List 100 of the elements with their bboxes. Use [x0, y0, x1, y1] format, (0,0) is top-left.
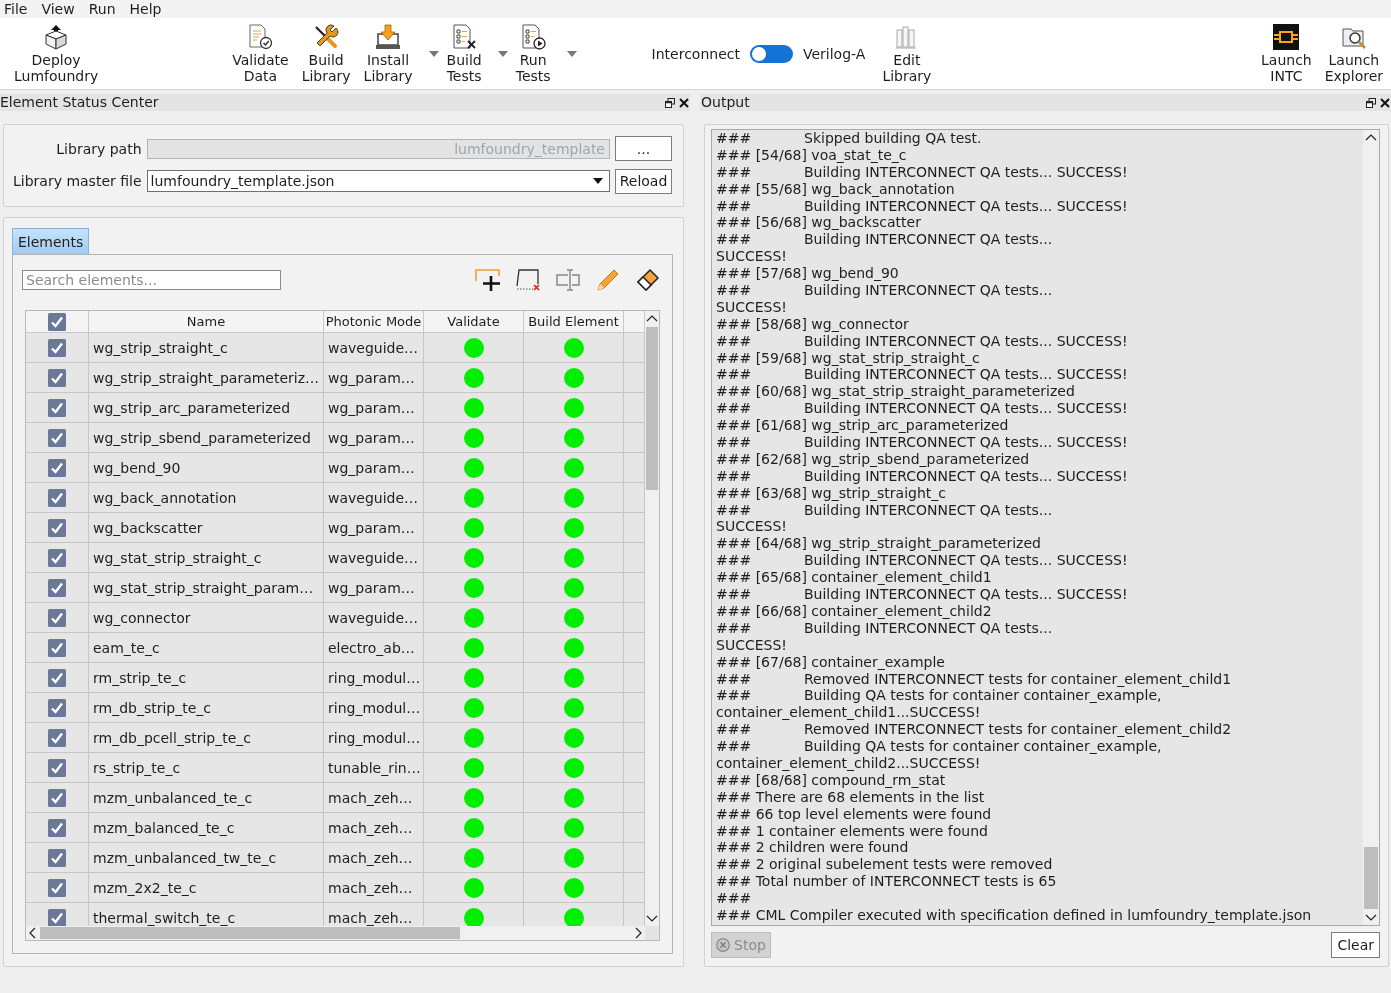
menu-item[interactable]: File [4, 0, 28, 18]
close-icon[interactable] [1380, 97, 1390, 108]
toolbar-button[interactable]: Deploy Lumfoundry [10, 18, 103, 89]
close-icon[interactable] [679, 97, 689, 108]
chevron-left-icon [28, 927, 38, 939]
table-cell: rm_db_strip_te_c [89, 693, 324, 723]
log-line: ### [54/68] voa_stat_te_c [716, 146, 908, 164]
toolbar-button[interactable]: Launch INTC [1257, 18, 1316, 89]
toolbar-button[interactable]: Run Tests [511, 18, 555, 89]
log-line: ### Removed INTERCONNECT tests for container_element_child1 [716, 670, 1233, 688]
checkbox[interactable] [48, 878, 66, 897]
toolbar-button[interactable]: Build Library [297, 18, 355, 89]
checkbox[interactable] [48, 728, 66, 747]
checkbox[interactable] [48, 338, 66, 357]
chevron-up-icon [646, 314, 658, 324]
scrollbar[interactable] [26, 926, 645, 940]
toolbar-button[interactable]: Edit Library [878, 18, 936, 89]
checklist-play-icon [520, 24, 547, 50]
table-cell: wg_param… [324, 573, 424, 603]
log-line: ### [716, 890, 753, 907]
table-cell: tunable_rin… [324, 753, 424, 783]
panel-title: Output [701, 94, 750, 111]
chevron-right-icon [633, 927, 643, 939]
float-window-icon[interactable] [1366, 97, 1376, 108]
toggle-switch[interactable] [749, 44, 793, 63]
log-line: ### Building QA tests for container container_example, [716, 687, 1163, 705]
checkbox[interactable] [48, 578, 66, 597]
column-header[interactable]: Build Element [524, 311, 624, 333]
log-line: ### Building INTERCONNECT QA tests... SUCCESS! [716, 434, 1129, 451]
checkbox[interactable] [48, 698, 66, 717]
log-line: ### [63/68] wg_strip_straight_c [716, 484, 947, 502]
log-line: ### 2 original subelement tests were removed [716, 856, 1054, 874]
float-window-icon[interactable] [665, 97, 675, 108]
checkbox[interactable] [48, 518, 66, 537]
scrollbar[interactable] [1363, 130, 1379, 925]
checkbox[interactable] [48, 548, 66, 567]
log-line: ### 2 children were found [716, 839, 910, 857]
search-field[interactable]: Search elements... [22, 270, 281, 290]
clear-output-button[interactable]: Clear [1331, 932, 1380, 958]
log-line: ### Building INTERCONNECT QA tests... SUCCESS! [716, 552, 1129, 570]
log-line: ### CML Compiler executed with specification defined in lumfoundry_template.json [716, 906, 1313, 924]
checkbox[interactable] [48, 428, 66, 447]
chevron-down-icon [1365, 912, 1377, 922]
checkbox[interactable] [48, 608, 66, 627]
checkbox[interactable] [48, 908, 66, 926]
checkbox[interactable] [48, 488, 66, 507]
toolbar-button[interactable]: Validate Data [228, 18, 293, 89]
scrollbar-thumb[interactable] [646, 327, 658, 490]
log-line: ### [65/68] container_element_child1 [716, 569, 993, 587]
log-line: container_element_child1...SUCCESS! [716, 704, 982, 722]
combo-box[interactable]: lumfoundry_template.json [146, 170, 610, 192]
menu-item[interactable]: Run [88, 0, 116, 18]
table-cell: rs_strip_te_c [89, 753, 324, 783]
scrollbar-thumb[interactable] [40, 927, 460, 939]
log-line: ### [58/68] wg_connector [716, 315, 910, 333]
column-header[interactable]: Name [89, 311, 324, 333]
table-cell: electro_ab… [324, 633, 424, 663]
column-resize-icon [555, 268, 581, 292]
chip-icon [1273, 24, 1300, 50]
tab[interactable]: Elements [12, 228, 90, 254]
checkbox[interactable] [48, 668, 66, 687]
checkbox[interactable] [48, 638, 66, 657]
table-cell: rm_db_pcell_strip_te_c [89, 723, 324, 753]
log-line: ### [56/68] wg_backscatter [716, 214, 922, 232]
log-line: ### Total number of INTERCONNECT tests is 65 [716, 873, 1058, 891]
caret-icon [428, 50, 439, 57]
checkbox[interactable] [48, 758, 66, 777]
checkbox[interactable] [48, 848, 66, 867]
log-line: ### [61/68] wg_strip_arc_parameterized [716, 417, 1010, 435]
frame-delete-icon [515, 268, 541, 292]
log-line: ### [62/68] wg_strip_sbend_parameterized [716, 450, 1031, 468]
menu-item[interactable]: Help [129, 0, 162, 18]
log-line: SUCCESS! [716, 636, 788, 654]
checkbox[interactable] [48, 788, 66, 807]
table-cell: ring_modul… [324, 693, 424, 723]
checkbox[interactable] [48, 368, 66, 387]
menu-item[interactable]: View [41, 0, 75, 18]
field-label: Library master file [13, 173, 142, 189]
log-line: ### Building INTERCONNECT QA tests... [716, 501, 1054, 519]
box-upload-icon [43, 24, 70, 50]
table-cell: mach_zeh… [324, 843, 424, 873]
log-line: SUCCESS! [716, 298, 788, 316]
toolbar-button[interactable]: Install Library [359, 18, 417, 89]
log-line: ### Building INTERCONNECT QA tests... [716, 282, 1054, 299]
column-header[interactable] [26, 311, 89, 333]
column-header[interactable]: Photonic Mode [324, 311, 424, 333]
toolbar-button[interactable]: Launch Explorer [1320, 18, 1387, 89]
log-line: ### Building INTERCONNECT QA tests... [716, 619, 1054, 637]
table-cell: wg_strip_straight_parameteriz… [89, 363, 324, 393]
scrollbar-thumb[interactable] [1364, 847, 1378, 909]
checkbox[interactable] [48, 398, 66, 417]
checkbox[interactable] [48, 458, 66, 477]
caret-icon [497, 50, 508, 57]
toolbar-button[interactable]: Build Tests [442, 18, 486, 89]
checkbox[interactable] [48, 818, 66, 837]
reload-button[interactable]: Reload [615, 168, 672, 194]
checkbox[interactable] [48, 312, 66, 331]
table-cell: wg_param… [324, 423, 424, 453]
log-line: SUCCESS! [716, 248, 788, 266]
column-header[interactable]: Validate [424, 311, 524, 333]
